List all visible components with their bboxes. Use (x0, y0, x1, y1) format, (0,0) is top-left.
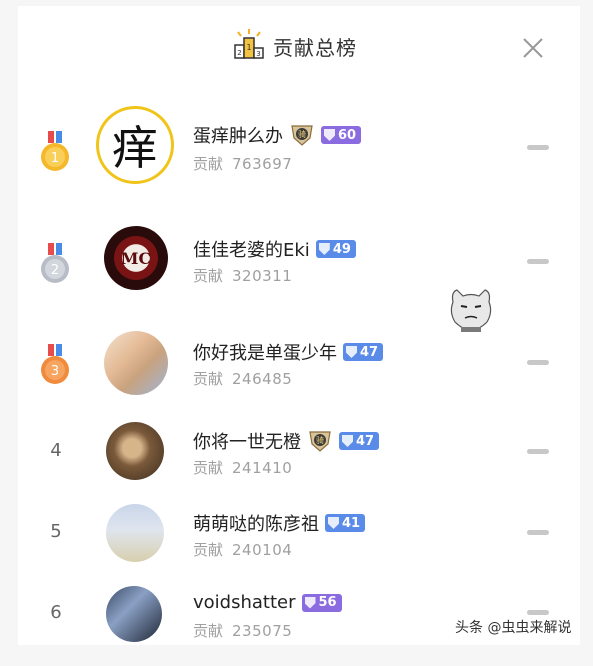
shield-icon (304, 596, 316, 609)
vip-crest-icon: 骑 (291, 125, 313, 146)
ranking-row[interactable]: 2 MC 佳佳老婆的Eki 49 贡献 320311 (0, 212, 593, 308)
level-badge: 41 (325, 514, 366, 532)
username: 你好我是单蛋少年 (193, 343, 337, 364)
avatar-glyph: 痒 (112, 121, 158, 175)
contribution-value: 241410 (232, 459, 293, 477)
trend-indicator (527, 530, 549, 535)
contribution-value: 235075 (232, 622, 293, 640)
trend-indicator (527, 259, 549, 264)
avatar[interactable] (106, 586, 162, 642)
vip-crest-icon: 骑 (309, 431, 331, 452)
username: 佳佳老婆的Eki (193, 240, 310, 261)
avatar[interactable] (106, 504, 164, 562)
rank-number: 5 (50, 521, 62, 542)
shield-icon (346, 346, 357, 358)
rank-number: 4 (50, 440, 62, 461)
svg-text:3: 3 (51, 364, 59, 379)
trend-indicator (527, 610, 549, 615)
trend-indicator (527, 145, 549, 150)
avatar[interactable] (106, 422, 164, 480)
level-badge: 47 (339, 432, 380, 450)
watermark: 头条 @虫虫来解说 (455, 620, 572, 636)
svg-text:3: 3 (256, 50, 260, 58)
svg-text:1: 1 (51, 151, 59, 166)
page-title: 贡献总榜 (273, 36, 357, 60)
contribution-line: 贡献 763697 (193, 155, 293, 173)
username-line: 蛋痒肿么办 骑 60 (193, 122, 362, 148)
contribution-value: 246485 (232, 370, 293, 388)
username: voidshatter (193, 592, 296, 613)
shield-icon (328, 517, 339, 529)
svg-text:骑: 骑 (316, 435, 324, 445)
level-badge: 56 (301, 593, 342, 612)
username-line: 你好我是单蛋少年 47 (193, 339, 384, 365)
svg-text:2: 2 (237, 49, 241, 57)
contribution-value: 763697 (232, 155, 293, 173)
contribution-line: 贡献 246485 (193, 370, 293, 388)
contribution-line: 贡献 240104 (193, 541, 293, 559)
username: 你将一世无橙 (193, 432, 301, 453)
contribution-line: 贡献 241410 (193, 459, 293, 477)
svg-text:骑: 骑 (298, 129, 306, 139)
ranking-row[interactable]: 1 痒 蛋痒肿么办 骑 60 贡献 763697 (0, 96, 593, 192)
contribution-line: 贡献 235075 (193, 622, 293, 640)
contribution-value: 320311 (232, 267, 293, 285)
svg-text:2: 2 (51, 263, 59, 278)
ranking-row[interactable]: 3 你好我是单蛋少年 47 贡献 246485 (0, 313, 593, 409)
silver-medal-icon: 2 (41, 243, 69, 283)
rank-number: 6 (50, 602, 62, 623)
trend-indicator (527, 360, 549, 365)
contribution-line: 贡献 320311 (193, 267, 293, 285)
gold-medal-icon: 1 (41, 131, 69, 171)
shield-icon (318, 243, 330, 255)
bronze-medal-icon: 3 (41, 344, 69, 384)
username: 萌萌哒的陈彦祖 (193, 514, 319, 535)
shield-icon (342, 435, 353, 447)
avatar[interactable] (104, 331, 168, 395)
contribution-value: 240104 (232, 541, 293, 559)
level-badge: 47 (343, 343, 384, 361)
close-icon[interactable] (522, 37, 544, 59)
level-badge: 49 (315, 240, 356, 258)
svg-text:1: 1 (246, 43, 251, 52)
avatar-glyph: MC (120, 248, 152, 268)
username-line: 佳佳老婆的Eki 49 (193, 236, 356, 262)
avatar[interactable]: 痒 (96, 106, 174, 184)
username: 蛋痒肿么办 (193, 126, 283, 147)
ranking-row[interactable]: 4 你将一世无橙 骑 47 贡献 241410 (0, 404, 593, 500)
level-badge: 60 (321, 126, 362, 144)
username-line: 你将一世无橙 骑 47 (193, 428, 380, 454)
podium-icon: 2 1 3 (234, 29, 264, 59)
shield-icon (324, 129, 335, 141)
avatar[interactable]: MC (104, 226, 168, 290)
username-line: 萌萌哒的陈彦祖 41 (193, 510, 366, 536)
username-line: voidshatter 56 (193, 592, 342, 613)
trend-indicator (527, 449, 549, 454)
